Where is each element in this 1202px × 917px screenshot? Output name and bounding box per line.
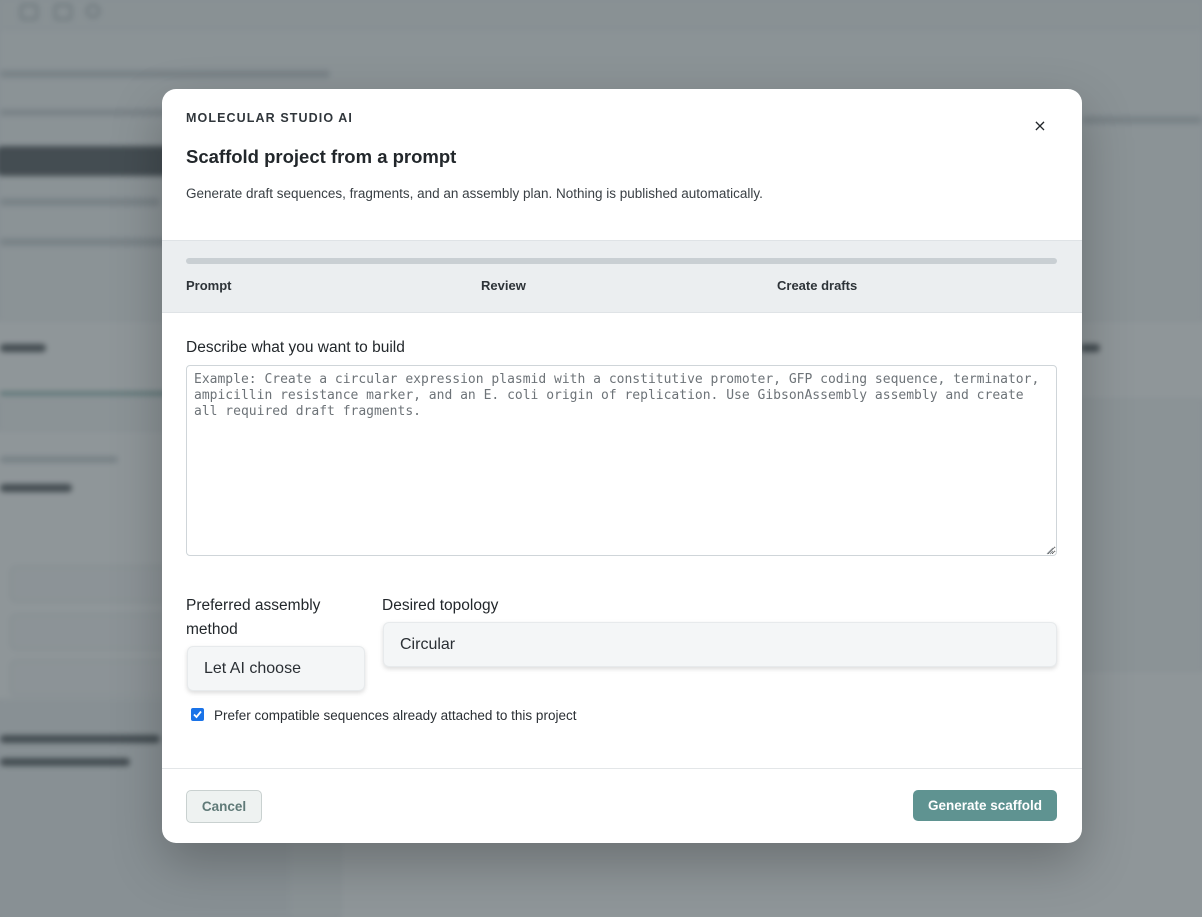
assembly-method-select[interactable]: Let AI choose [187, 646, 365, 691]
topology-select[interactable]: Circular [383, 622, 1057, 667]
prompt-label: Describe what you want to build [186, 339, 405, 356]
step-review: Review [481, 278, 526, 293]
step-prompt: Prompt [186, 278, 232, 293]
prompt-textarea[interactable] [186, 365, 1057, 556]
step-indicator: Prompt Review Create drafts [162, 240, 1082, 313]
modal-title: Scaffold project from a prompt [186, 146, 457, 167]
modal-subtitle: Generate draft sequences, fragments, and… [186, 186, 763, 201]
assembly-method-label: Preferred assembly method [186, 597, 321, 638]
prefer-compatible-label[interactable]: Prefer compatible sequences already atta… [214, 708, 576, 723]
scaffold-modal: MOLECULAR STUDIO AI Scaffold project fro… [162, 89, 1082, 843]
modal-footer: Cancel Generate scaffold [162, 768, 1082, 843]
topology-label: Desired topology [382, 597, 499, 614]
modal-kicker: MOLECULAR STUDIO AI [186, 111, 353, 125]
cancel-button[interactable]: Cancel [186, 790, 262, 823]
step-progress-track [186, 258, 1057, 264]
resize-grip-icon[interactable] [1046, 547, 1054, 555]
checkmark-icon [193, 710, 202, 719]
prefer-compatible-checkbox[interactable] [191, 708, 204, 721]
generate-scaffold-button[interactable]: Generate scaffold [913, 790, 1057, 821]
modal-header: MOLECULAR STUDIO AI Scaffold project fro… [162, 89, 1082, 240]
step-create-drafts: Create drafts [777, 278, 858, 293]
close-icon[interactable]: × [1029, 115, 1051, 137]
